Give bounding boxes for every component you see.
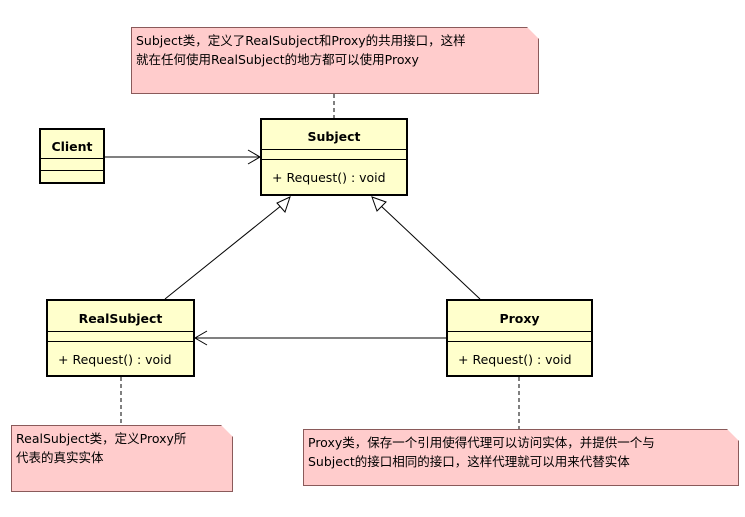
- class-divider: [41, 158, 103, 159]
- class-name: RealSubject: [78, 311, 163, 326]
- class-name: Client: [51, 139, 93, 154]
- proxy-generalization-line: [379, 204, 481, 300]
- class-divider: [48, 341, 193, 342]
- proxy-note: Proxy类，保存一个引用使得代理可以访问实体，并提供一个与 Subject的接…: [303, 429, 739, 486]
- class-operation: + Request() : void: [458, 352, 572, 367]
- note-line: 就在任何使用RealSubject的地方都可以使用Proxy: [136, 52, 419, 67]
- note-line: 代表的真实实体: [16, 450, 104, 465]
- proxy-class[interactable]: Proxy + Request() : void: [446, 299, 593, 377]
- class-divider: [448, 331, 591, 332]
- note-line: Subject的接口相同的接口，这样代理就可以用来代替实体: [308, 454, 630, 469]
- class-name: Proxy: [499, 311, 540, 326]
- client-class[interactable]: Client: [39, 128, 105, 184]
- class-name: Subject: [307, 129, 361, 144]
- note-line: RealSubject类，定义Proxy所: [16, 431, 187, 446]
- generalization-triangle: [276, 196, 291, 213]
- realsubject-class[interactable]: RealSubject + Request() : void: [46, 299, 195, 377]
- subject-note: Subject类，定义了RealSubject和Proxy的共用接口，这样 就在…: [131, 27, 539, 94]
- class-divider: [41, 170, 103, 171]
- class-divider: [262, 149, 406, 150]
- realsubject-generalization-line: [164, 204, 283, 300]
- class-divider: [262, 159, 406, 160]
- class-operation: + Request() : void: [272, 170, 386, 185]
- note-line: Proxy类，保存一个引用使得代理可以访问实体，并提供一个与: [308, 435, 655, 450]
- class-divider: [448, 341, 591, 342]
- class-operation: + Request() : void: [58, 352, 172, 367]
- class-divider: [48, 331, 193, 332]
- subject-class[interactable]: Subject + Request() : void: [260, 118, 408, 196]
- realsubject-note: RealSubject类，定义Proxy所 代表的真实实体: [11, 425, 233, 492]
- note-line: Subject类，定义了RealSubject和Proxy的共用接口，这样: [136, 33, 466, 48]
